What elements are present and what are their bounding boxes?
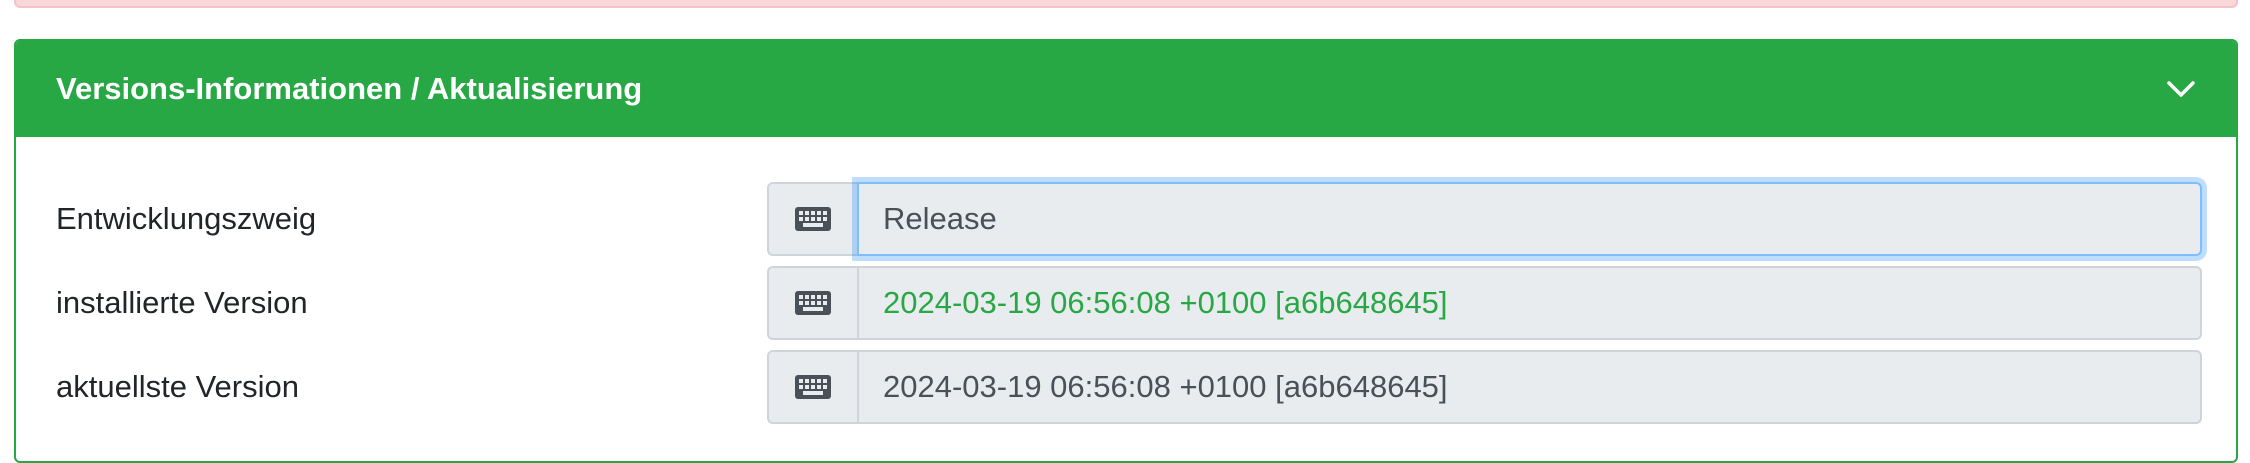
branch-input-group: Release (767, 182, 2202, 256)
row-latest-version: aktuellste Version 2024-03-19 06:56:08 +… (16, 350, 2236, 424)
branch-label: Entwicklungszweig (56, 201, 317, 236)
latest-version-label: aktuellste Version (56, 369, 299, 404)
keyboard-icon (767, 266, 857, 340)
keyboard-icon (767, 182, 857, 256)
keyboard-icon (767, 350, 857, 424)
row-installed-version: installierte Version 2024-03-19 06:56:08… (16, 266, 2236, 340)
installed-version-label: installierte Version (56, 285, 308, 320)
panel-header[interactable]: Versions-Informationen / Aktualisierung (16, 41, 2236, 137)
installed-version-input-group: 2024-03-19 06:56:08 +0100 [a6b648645] (767, 266, 2202, 340)
latest-version-input-group: 2024-03-19 06:56:08 +0100 [a6b648645] (767, 350, 2202, 424)
installed-version-field[interactable]: 2024-03-19 06:56:08 +0100 [a6b648645] (857, 266, 2202, 340)
alert-box (14, 0, 2238, 8)
chevron-down-icon[interactable] (2166, 79, 2196, 99)
latest-version-field[interactable]: 2024-03-19 06:56:08 +0100 [a6b648645] (857, 350, 2202, 424)
row-entwicklungszweig: Entwicklungszweig Release (16, 182, 2236, 256)
version-info-panel: Versions-Informationen / Aktualisierung … (14, 39, 2238, 463)
panel-title: Versions-Informationen / Aktualisierung (56, 71, 643, 106)
branch-field[interactable]: Release (857, 182, 2202, 256)
